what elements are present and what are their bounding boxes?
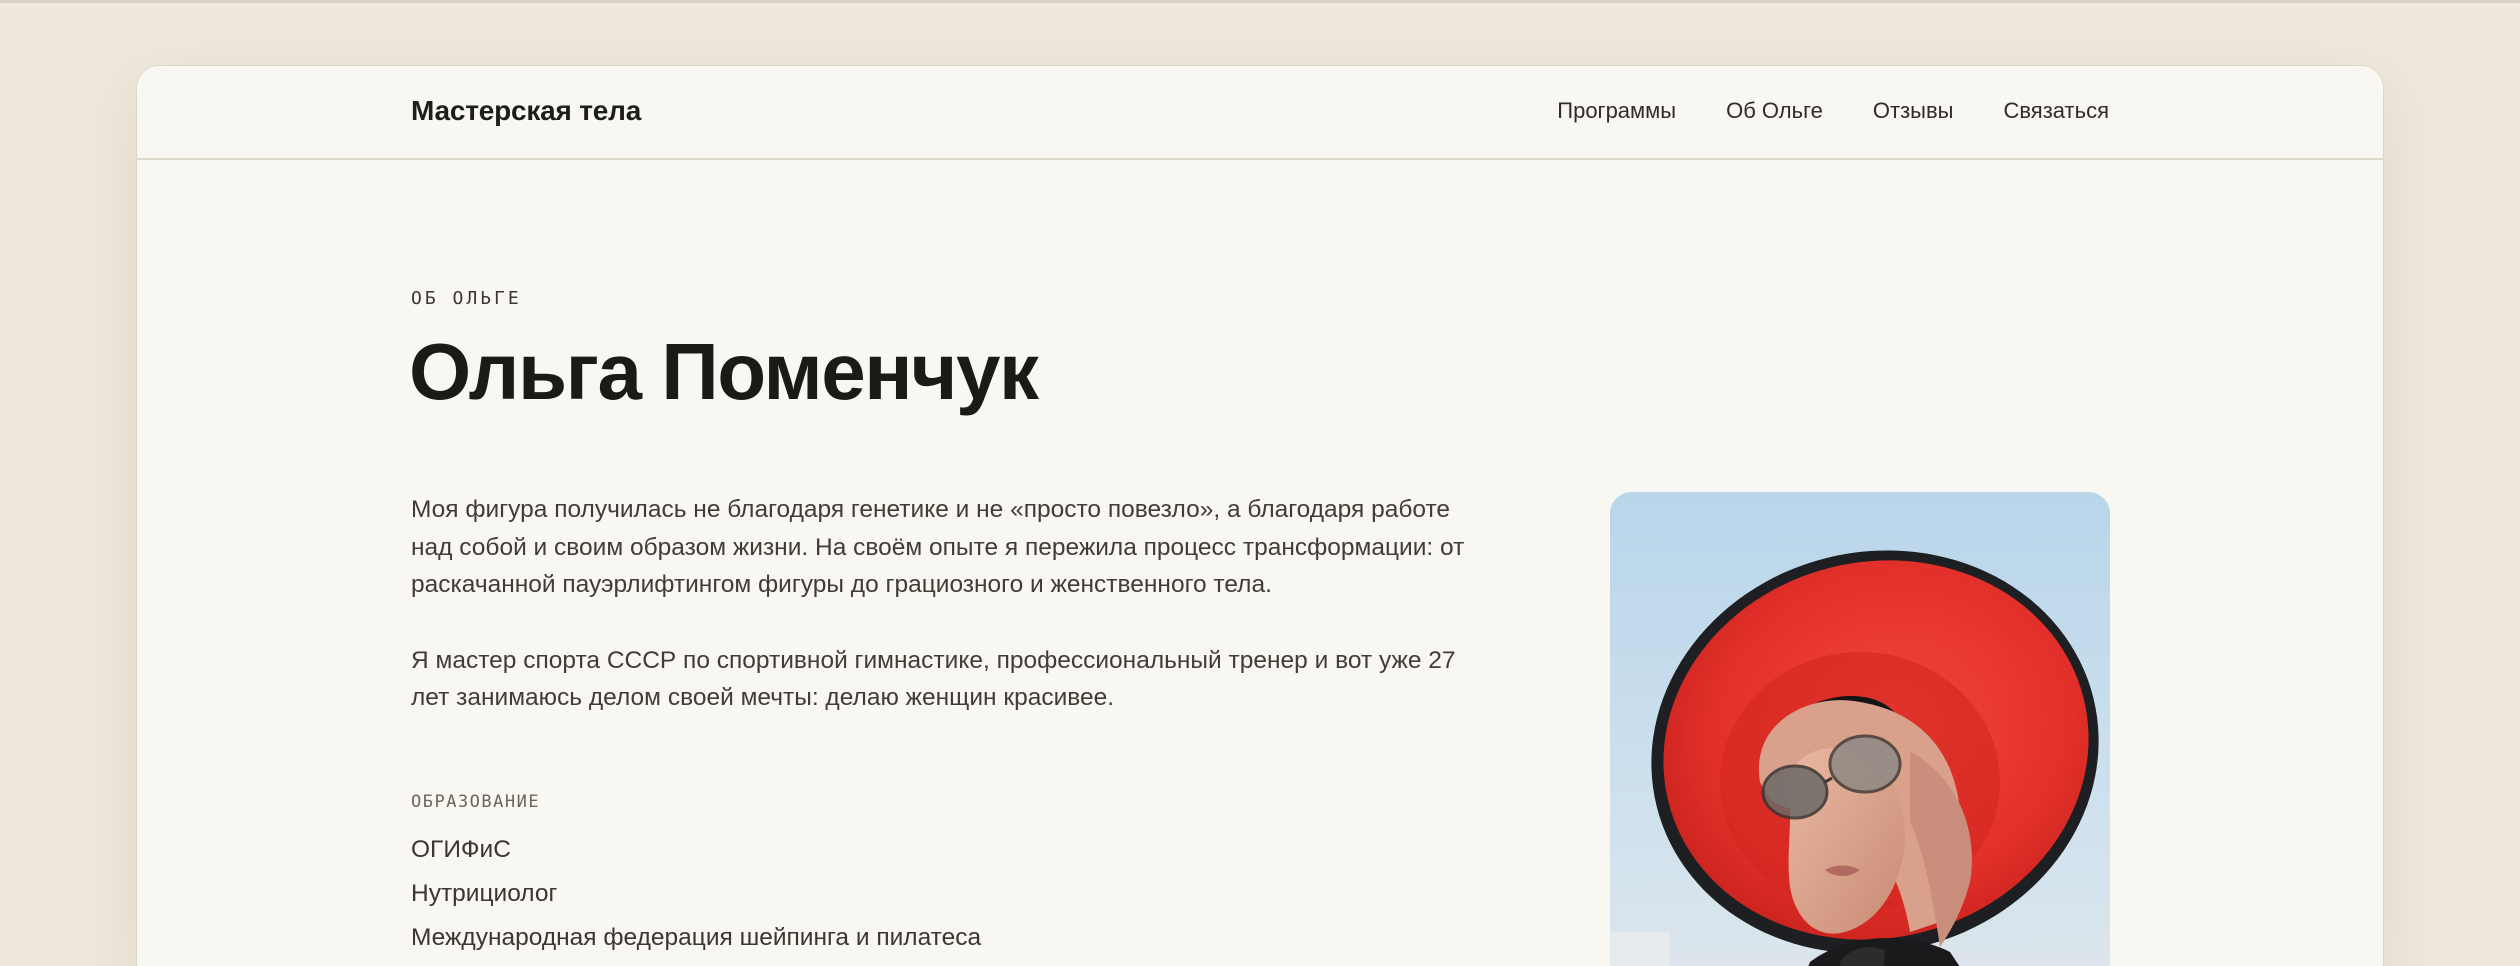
page-title: Ольга Поменчук (409, 327, 1039, 416)
page-card: Мастерская тела Программы Об Ольге Отзыв… (137, 66, 2383, 966)
education-item: Международная федерация шейпинга и пилат… (411, 924, 982, 951)
nav-link-about[interactable]: Об Ольге (1726, 98, 1823, 124)
site-header: Мастерская тела Программы Об Ольге Отзыв… (137, 66, 2383, 160)
nav-link-contact[interactable]: Связаться (2003, 98, 2109, 124)
education-item: ОГИФиС (411, 836, 511, 863)
nav-link-programs[interactable]: Программы (1557, 98, 1676, 124)
top-divider (0, 0, 2520, 3)
brand-logo[interactable]: Мастерская тела (411, 95, 641, 127)
education-list: ОГИФиС Нутрициолог Международная федерац… (411, 828, 981, 960)
education-label: ОБРАЗОВАНИЕ (411, 792, 541, 812)
education-item: Нутрициолог (411, 880, 558, 907)
portrait-photo (1610, 492, 2110, 966)
bio-text: Моя фигура получилась не благодаря генет… (411, 491, 1491, 755)
bio-paragraph: Я мастер спорта СССР по спортивной гимна… (411, 646, 1456, 712)
bio-paragraph: Моя фигура получилась не благодаря генет… (411, 496, 1465, 598)
main-nav: Программы Об Ольге Отзывы Связаться (1557, 98, 2109, 124)
portrait-illustration (1610, 492, 2110, 966)
section-eyebrow: ОБ ОЛЬГЕ (411, 288, 522, 309)
nav-link-reviews[interactable]: Отзывы (1873, 98, 1954, 124)
